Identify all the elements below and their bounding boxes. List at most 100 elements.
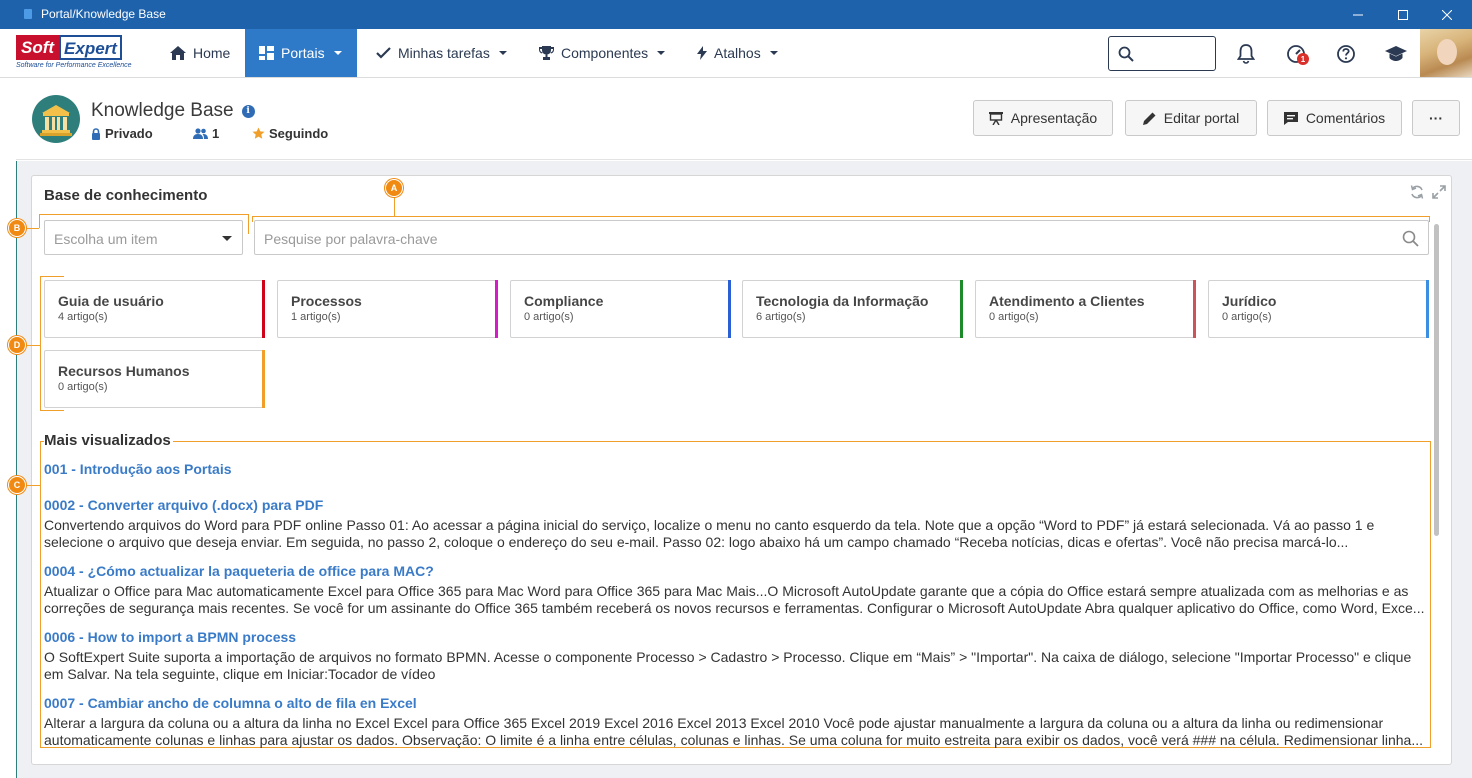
window-titlebar: Portal/Knowledge Base xyxy=(0,0,1472,29)
more-icon: ··· xyxy=(1429,110,1443,126)
callout-badge-b: B xyxy=(8,219,26,237)
info-icon[interactable]: i xyxy=(241,104,255,118)
nav-minhas-tarefas-label: Minhas tarefas xyxy=(398,45,490,61)
nav-componentes-label: Componentes xyxy=(561,45,649,61)
comments-label: Comentários xyxy=(1305,110,1386,126)
category-count: 1 artigo(s) xyxy=(291,311,341,323)
category-count: 0 artigo(s) xyxy=(989,311,1039,323)
softexpert-logo[interactable]: Soft Expert Software for Performance Exc… xyxy=(16,35,148,73)
nav-home[interactable]: Home xyxy=(156,29,244,77)
article-title-link[interactable]: 0002 - Converter arquivo (.docx) para PD… xyxy=(44,496,1430,514)
article-item[interactable]: 0007 - Cambiar ancho de columna o alto d… xyxy=(44,694,1430,749)
presentation-button[interactable]: Apresentação xyxy=(973,100,1113,136)
category-color-bar xyxy=(262,350,265,408)
article-title-link[interactable]: 001 - Introdução aos Portais xyxy=(44,460,1430,478)
presentation-icon xyxy=(988,111,1003,125)
callout-b-leader xyxy=(27,228,39,229)
star-icon xyxy=(252,127,265,139)
user-avatar[interactable] xyxy=(1420,29,1472,77)
logo-left-text: Soft xyxy=(16,35,60,60)
users-icon xyxy=(193,128,208,139)
callout-b-bracket-right xyxy=(248,214,249,234)
callout-d-bracket-top xyxy=(40,276,64,277)
category-card-atendimento-a-clientes[interactable]: Atendimento a Clientes 0 artigo(s) xyxy=(975,280,1196,338)
category-count: 0 artigo(s) xyxy=(1222,311,1272,323)
chevron-down-icon xyxy=(657,51,666,55)
nav-minhas-tarefas[interactable]: Minhas tarefas xyxy=(362,29,521,77)
category-name: Processos xyxy=(291,293,362,309)
category-name: Jurídico xyxy=(1222,293,1277,309)
global-search-input[interactable] xyxy=(1108,36,1216,71)
help-icon[interactable] xyxy=(1334,42,1358,66)
article-item[interactable]: 0006 - How to import a BPMN process O So… xyxy=(44,628,1430,683)
category-select-placeholder: Escolha um item xyxy=(54,231,158,247)
home-icon xyxy=(170,46,186,60)
notifications-bell-icon[interactable] xyxy=(1234,42,1258,66)
category-card-tecnologia-da-informacao[interactable]: Tecnologia da Informação 6 artigo(s) xyxy=(742,280,963,338)
comment-icon xyxy=(1283,111,1298,125)
more-options-button[interactable]: ··· xyxy=(1412,100,1460,136)
expand-icon[interactable] xyxy=(1432,185,1446,199)
nav-componentes[interactable]: Componentes xyxy=(525,29,679,77)
logo-right-text: Expert xyxy=(59,35,122,60)
category-count: 6 artigo(s) xyxy=(756,311,806,323)
portal-header: Knowledge Base i Privado 1 Seguindo Apre… xyxy=(16,78,1472,160)
nav-atalhos[interactable]: Atalhos xyxy=(683,29,792,77)
category-card-processos[interactable]: Processos 1 artigo(s) xyxy=(277,280,498,338)
category-color-bar xyxy=(960,280,963,338)
refresh-icon[interactable] xyxy=(1410,185,1424,199)
category-select[interactable]: Escolha um item xyxy=(44,220,243,255)
portal-title-text: Knowledge Base xyxy=(91,100,234,121)
nav-home-label: Home xyxy=(193,45,231,61)
close-button[interactable] xyxy=(1424,0,1470,29)
search-icon xyxy=(1118,46,1134,62)
callout-badge-c: C xyxy=(8,476,26,494)
workload-gauge-icon[interactable]: 1 xyxy=(1284,42,1309,66)
chevron-down-icon xyxy=(222,236,232,241)
keyword-search-input[interactable]: Pesquise por palavra-chave xyxy=(254,220,1429,255)
bolt-icon xyxy=(697,46,707,60)
category-name: Tecnologia da Informação xyxy=(756,293,929,309)
article-title-link[interactable]: 0007 - Cambiar ancho de columna o alto d… xyxy=(44,694,1430,712)
maximize-button[interactable] xyxy=(1380,0,1426,29)
keyword-search-placeholder: Pesquise por palavra-chave xyxy=(264,231,438,247)
edit-portal-button[interactable]: Editar portal xyxy=(1125,100,1257,136)
category-name: Compliance xyxy=(524,293,604,309)
callout-a-leader xyxy=(394,197,395,216)
article-item[interactable]: 0002 - Converter arquivo (.docx) para PD… xyxy=(44,496,1430,551)
category-card-juridico[interactable]: Jurídico 0 artigo(s) xyxy=(1208,280,1429,338)
callout-b-bracket-top xyxy=(39,214,248,215)
most-viewed-title: Mais visualizados xyxy=(44,432,173,449)
graduation-cap-icon[interactable] xyxy=(1384,42,1408,66)
category-card-guia-de-usuario[interactable]: Guia de usuário 4 artigo(s) xyxy=(44,280,265,338)
article-title-link[interactable]: 0006 - How to import a BPMN process xyxy=(44,628,1430,646)
nav-portais[interactable]: Portais xyxy=(245,29,357,77)
category-name: Recursos Humanos xyxy=(58,363,190,379)
members-count[interactable]: 1 xyxy=(193,126,219,141)
category-card-compliance[interactable]: Compliance 0 artigo(s) xyxy=(510,280,731,338)
nav-portais-label: Portais xyxy=(281,45,325,61)
vertical-scrollbar[interactable] xyxy=(1434,224,1439,536)
page-title: Knowledge Base i xyxy=(91,100,255,122)
callout-b-bracket xyxy=(39,214,40,228)
callout-badge-d: D xyxy=(8,336,26,354)
panel-title: Base de conhecimento xyxy=(44,187,208,204)
article-item[interactable]: 001 - Introdução aos Portais xyxy=(44,460,1430,478)
category-card-recursos-humanos[interactable]: Recursos Humanos 0 artigo(s) xyxy=(44,350,265,408)
callout-d-leader xyxy=(27,345,40,346)
comments-button[interactable]: Comentários xyxy=(1267,100,1402,136)
category-color-bar xyxy=(495,280,498,338)
presentation-label: Apresentação xyxy=(1010,110,1098,126)
callout-a-bracket-left xyxy=(252,216,253,222)
article-title-link[interactable]: 0004 - ¿Cómo actualizar la paqueteria de… xyxy=(44,562,1430,580)
minimize-button[interactable] xyxy=(1335,0,1381,29)
follow-status[interactable]: Seguindo xyxy=(252,126,328,141)
category-name: Guia de usuário xyxy=(58,293,164,309)
callout-a-bracket-top xyxy=(252,216,1430,217)
article-excerpt: Atualizar o Office para Mac automaticame… xyxy=(44,583,1425,616)
category-count: 4 artigo(s) xyxy=(58,311,108,323)
article-item[interactable]: 0004 - ¿Cómo actualizar la paqueteria de… xyxy=(44,562,1430,617)
privacy-status: Privado xyxy=(91,126,153,141)
notification-badge: 1 xyxy=(1297,53,1309,65)
category-name: Atendimento a Clientes xyxy=(989,293,1145,309)
